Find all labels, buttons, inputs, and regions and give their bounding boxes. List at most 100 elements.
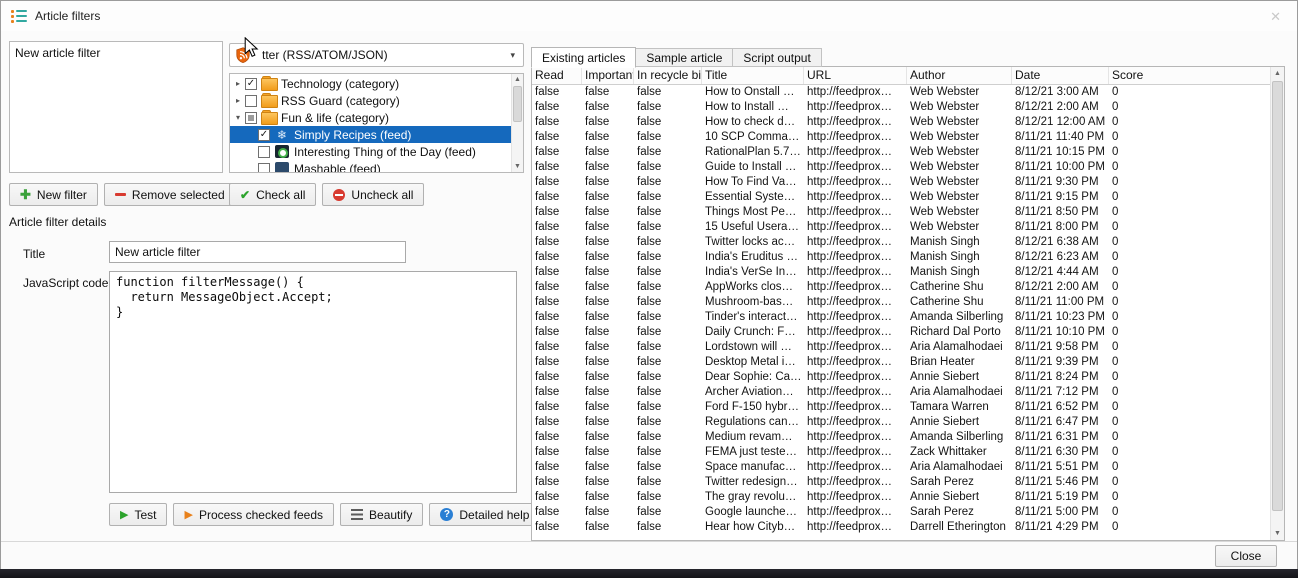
cell-author: Catherine Shu: [907, 295, 1012, 310]
article-row[interactable]: falsefalsefalseTinder's interact…http://…: [532, 310, 1270, 325]
article-row[interactable]: falsefalsefalseMedium revam…http://feedp…: [532, 430, 1270, 445]
cell-score: 0: [1109, 145, 1270, 160]
article-row[interactable]: falsefalsefalseSpace manufac…http://feed…: [532, 460, 1270, 475]
checkbox[interactable]: [258, 146, 270, 158]
article-row[interactable]: falsefalsefalseRationalPlan 5.7…http://f…: [532, 145, 1270, 160]
account-dropdown[interactable]: tter (RSS/ATOM/JSON) ▾: [229, 43, 524, 67]
article-row[interactable]: falsefalsefalseThe gray revolu…http://fe…: [532, 490, 1270, 505]
javascript-code-editor[interactable]: function filterMessage() { return Messag…: [109, 271, 517, 493]
cell-author: Manish Singh: [907, 265, 1012, 280]
close-icon[interactable]: ✕: [1270, 9, 1281, 25]
expand-arrow-icon[interactable]: ▸: [232, 96, 244, 105]
article-row[interactable]: falsefalsefalseDaily Crunch: F…http://fe…: [532, 325, 1270, 340]
expand-arrow-icon[interactable]: ▸: [232, 79, 244, 88]
column-header-author[interactable]: Author: [907, 67, 1012, 84]
cell-author: Web Webster: [907, 100, 1012, 115]
article-row[interactable]: falsefalsefalseIndia's Eruditus …http://…: [532, 250, 1270, 265]
cell-score: 0: [1109, 130, 1270, 145]
article-row[interactable]: falsefalsefalseIndia's VerSe In…http://f…: [532, 265, 1270, 280]
column-header-in-recycle-bin[interactable]: In recycle bin: [634, 67, 702, 84]
close-button[interactable]: Close: [1215, 545, 1277, 567]
tree-item[interactable]: ▾Fun & life (category): [230, 109, 512, 126]
article-row[interactable]: falsefalsefalseTwitter redesign…http://f…: [532, 475, 1270, 490]
detailed-help-button[interactable]: ? Detailed help: [429, 503, 540, 526]
column-header-date[interactable]: Date: [1012, 67, 1109, 84]
column-header-score[interactable]: Score: [1109, 67, 1270, 84]
cell-url: http://feedprox…: [804, 460, 907, 475]
column-header-read[interactable]: Read: [532, 67, 582, 84]
tab-script-output[interactable]: Script output: [732, 48, 821, 67]
article-row[interactable]: falsefalsefalseHear how Cityb…http://fee…: [532, 520, 1270, 535]
tab-existing-articles[interactable]: Existing articles: [531, 47, 636, 68]
checkbox[interactable]: ✓: [245, 78, 257, 90]
filter-list-item[interactable]: New article filter: [10, 44, 222, 62]
cell-title: Space manufac…: [702, 460, 804, 475]
uncheck-all-label: Uncheck all: [351, 188, 413, 202]
article-row[interactable]: falsefalsefalseEssential Syste…http://fe…: [532, 190, 1270, 205]
feeds-tree[interactable]: ▲ ▼ ▸✓Technology (category)▸RSS Guard (c…: [229, 73, 524, 173]
article-row[interactable]: falsefalsefalseDesktop Metal i…http://fe…: [532, 355, 1270, 370]
article-row[interactable]: falsefalsefalseArcher Aviation…http://fe…: [532, 385, 1270, 400]
cell-score: 0: [1109, 445, 1270, 460]
process-checked-feeds-button[interactable]: ▶ Process checked feeds: [173, 503, 334, 526]
article-row[interactable]: falsefalsefalseLordstown will …http://fe…: [532, 340, 1270, 355]
article-row[interactable]: falsefalsefalseHow To Find Va…http://fee…: [532, 175, 1270, 190]
check-all-button[interactable]: ✔ Check all: [229, 183, 316, 206]
cell-read: false: [532, 265, 582, 280]
expand-arrow-icon[interactable]: ▾: [232, 113, 244, 122]
article-row[interactable]: falsefalsefalseGoogle launche…http://fee…: [532, 505, 1270, 520]
article-row[interactable]: falsefalsefalseHow to check d…http://fee…: [532, 115, 1270, 130]
new-filter-button[interactable]: ✚ New filter: [9, 183, 98, 206]
checkbox[interactable]: [245, 95, 257, 107]
tree-scrollbar-thumb[interactable]: [513, 86, 522, 122]
title-input[interactable]: [109, 241, 406, 263]
cell-author: Darrell Etherington: [907, 520, 1012, 535]
article-row[interactable]: falsefalsefalseHow to Onstall …http://fe…: [532, 85, 1270, 100]
uncheck-all-button[interactable]: Uncheck all: [322, 183, 424, 206]
cell-score: 0: [1109, 100, 1270, 115]
titlebar[interactable]: Article filters ✕: [1, 1, 1297, 31]
taskbar[interactable]: [0, 569, 1298, 578]
tab-sample-article[interactable]: Sample article: [635, 48, 733, 67]
article-row[interactable]: falsefalsefalseFord F-150 hybr…http://fe…: [532, 400, 1270, 415]
test-button[interactable]: ▶ Test: [109, 503, 167, 526]
tree-item[interactable]: ▸RSS Guard (category): [230, 92, 512, 109]
article-row[interactable]: falsefalsefalseAppWorks clos…http://feed…: [532, 280, 1270, 295]
tree-scrollbar[interactable]: ▲ ▼: [511, 74, 523, 172]
check-toolbar: ✔ Check all Uncheck all: [229, 183, 424, 206]
tree-item[interactable]: ✓❄Simply Recipes (feed): [230, 126, 512, 143]
articles-vertical-scrollbar[interactable]: ▲ ▼: [1270, 67, 1284, 540]
scroll-down-icon[interactable]: ▼: [1271, 527, 1284, 540]
article-row[interactable]: falsefalsefalseRegulations can…http://fe…: [532, 415, 1270, 430]
checkbox[interactable]: ✓: [258, 129, 270, 141]
article-row[interactable]: falsefalsefalseGuide to Install …http://…: [532, 160, 1270, 175]
checkbox[interactable]: [258, 163, 270, 174]
tree-item[interactable]: ▸✓Technology (category): [230, 75, 512, 92]
cell-author: Web Webster: [907, 205, 1012, 220]
scroll-up-icon[interactable]: ▲: [512, 74, 523, 85]
filter-list[interactable]: New article filter: [9, 41, 223, 173]
article-row[interactable]: falsefalsefalse10 SCP Comma…http://feedp…: [532, 130, 1270, 145]
cell-date: 8/11/21 6:31 PM: [1012, 430, 1109, 445]
remove-selected-button[interactable]: Remove selected: [104, 183, 236, 206]
checkbox[interactable]: [245, 112, 257, 124]
beautify-button[interactable]: Beautify: [340, 503, 423, 526]
cell-author: Catherine Shu: [907, 280, 1012, 295]
scroll-up-icon[interactable]: ▲: [1271, 67, 1284, 80]
article-row[interactable]: falsefalsefalseDear Sophie: Ca…http://fe…: [532, 370, 1270, 385]
scroll-down-icon[interactable]: ▼: [512, 161, 523, 172]
column-header-important[interactable]: Important: [582, 67, 634, 84]
article-row[interactable]: falsefalsefalseThings Most Pe…http://fee…: [532, 205, 1270, 220]
article-row[interactable]: falsefalsefalseTwitter locks ac…http://f…: [532, 235, 1270, 250]
cell-date: 8/11/21 6:30 PM: [1012, 445, 1109, 460]
process-label: Process checked feeds: [199, 508, 323, 522]
column-header-title[interactable]: Title: [702, 67, 804, 84]
article-row[interactable]: falsefalsefalse15 Useful Usera…http://fe…: [532, 220, 1270, 235]
article-row[interactable]: falsefalsefalseHow to Install …http://fe…: [532, 100, 1270, 115]
column-header-url[interactable]: URL: [804, 67, 907, 84]
article-row[interactable]: falsefalsefalseFEMA just teste…http://fe…: [532, 445, 1270, 460]
tree-item[interactable]: Mashable (feed): [230, 160, 512, 173]
tree-item[interactable]: Interesting Thing of the Day (feed): [230, 143, 512, 160]
scrollbar-thumb[interactable]: [1272, 81, 1283, 511]
article-row[interactable]: falsefalsefalseMushroom-bas…http://feedp…: [532, 295, 1270, 310]
